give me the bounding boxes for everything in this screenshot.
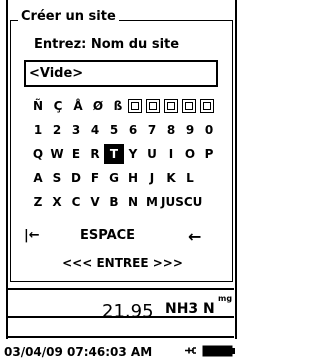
keyboard-row-zxcv: Z X C V B N M JUSCU — [28, 192, 218, 212]
key-k[interactable]: K — [161, 168, 181, 188]
usb-power-icon — [185, 347, 196, 354]
key-j[interactable]: J — [142, 168, 162, 188]
key-special-3[interactable]: Å — [68, 96, 88, 116]
key-7[interactable]: 7 — [142, 120, 162, 140]
key-5[interactable]: 5 — [104, 120, 124, 140]
backspace-key[interactable]: |← — [24, 228, 40, 243]
measurement-unit-mg: mg — [218, 294, 233, 303]
key-special-2[interactable]: Ç — [48, 96, 68, 116]
key-v[interactable]: V — [85, 192, 105, 212]
key-special-4[interactable]: Ø — [88, 96, 108, 116]
site-name-input[interactable]: <Vide> — [24, 60, 218, 87]
key-r[interactable]: R — [85, 144, 105, 164]
key-6[interactable]: 6 — [123, 120, 143, 140]
key-special-1[interactable]: Ñ — [28, 96, 48, 116]
dialog-title: Créer un site — [18, 9, 119, 25]
keyboard-row-asdf: A S D F G H J K L — [28, 168, 218, 188]
key-e[interactable]: E — [66, 144, 86, 164]
keyboard-controls: |← ESPACE ← — [24, 227, 220, 248]
key-a[interactable]: A — [28, 168, 48, 188]
left-arrow-key[interactable]: ← — [188, 227, 201, 246]
status-bar: 03/04/09 07:46:03 AM — [0, 339, 245, 362]
key-p[interactable]: P — [199, 144, 219, 164]
screen-frame-left — [6, 0, 8, 362]
key-m[interactable]: M — [142, 192, 162, 212]
dialog-prompt: Entrez: Nom du site — [34, 37, 180, 52]
battery-icon — [202, 345, 235, 357]
key-0[interactable]: 0 — [199, 120, 219, 140]
symbol-key-1-icon[interactable] — [128, 99, 142, 113]
key-y[interactable]: Y — [123, 144, 143, 164]
symbol-key-4-icon[interactable] — [182, 99, 196, 113]
key-f[interactable]: F — [85, 168, 105, 188]
space-key[interactable]: ESPACE — [80, 228, 135, 243]
key-4[interactable]: 4 — [85, 120, 105, 140]
key-9[interactable]: 9 — [180, 120, 200, 140]
key-h[interactable]: H — [123, 168, 143, 188]
measurement-value: 21.95 — [102, 301, 154, 322]
key-s[interactable]: S — [47, 168, 67, 188]
key-c[interactable]: C — [66, 192, 86, 212]
key-special-5[interactable]: ß — [108, 96, 128, 116]
key-w[interactable]: W — [47, 144, 67, 164]
divider-top — [8, 288, 234, 290]
symbol-key-2-icon[interactable] — [146, 99, 160, 113]
symbol-key-5-icon[interactable] — [200, 99, 214, 113]
key-u[interactable]: U — [142, 144, 162, 164]
key-1[interactable]: 1 — [28, 120, 48, 140]
key-3[interactable]: 3 — [66, 120, 86, 140]
measurement-unit: NH3 N — [165, 301, 215, 317]
key-8[interactable]: 8 — [161, 120, 181, 140]
datetime: 03/04/09 07:46:03 AM — [4, 345, 153, 359]
key-g[interactable]: G — [104, 168, 124, 188]
divider-bottom — [8, 336, 234, 338]
site-name-input-value: <Vide> — [29, 66, 84, 81]
key-t-selected[interactable]: T — [104, 144, 124, 164]
keyboard-row-qwerty: Q W E R T Y U I O P — [28, 144, 218, 164]
key-juscu[interactable]: JUSCU — [161, 192, 217, 212]
device-screen: Créer un site Entrez: Nom du site <Vide>… — [0, 0, 245, 362]
key-2[interactable]: 2 — [47, 120, 67, 140]
key-n[interactable]: N — [123, 192, 143, 212]
keyboard-row-numbers: 1 2 3 4 5 6 7 8 9 0 — [28, 120, 218, 140]
key-l[interactable]: L — [180, 168, 200, 188]
key-x[interactable]: X — [47, 192, 67, 212]
key-d[interactable]: D — [66, 168, 86, 188]
symbol-key-3-icon[interactable] — [164, 99, 178, 113]
screen-frame-right — [235, 0, 237, 362]
key-i[interactable]: I — [161, 144, 181, 164]
key-b[interactable]: B — [104, 192, 124, 212]
divider-mid — [8, 316, 234, 318]
key-q[interactable]: Q — [28, 144, 48, 164]
key-o[interactable]: O — [180, 144, 200, 164]
key-z[interactable]: Z — [28, 192, 48, 212]
enter-button[interactable]: <<< ENTREE >>> — [0, 256, 245, 270]
keyboard-row-special: Ñ Ç Å Ø ß — [28, 96, 218, 116]
